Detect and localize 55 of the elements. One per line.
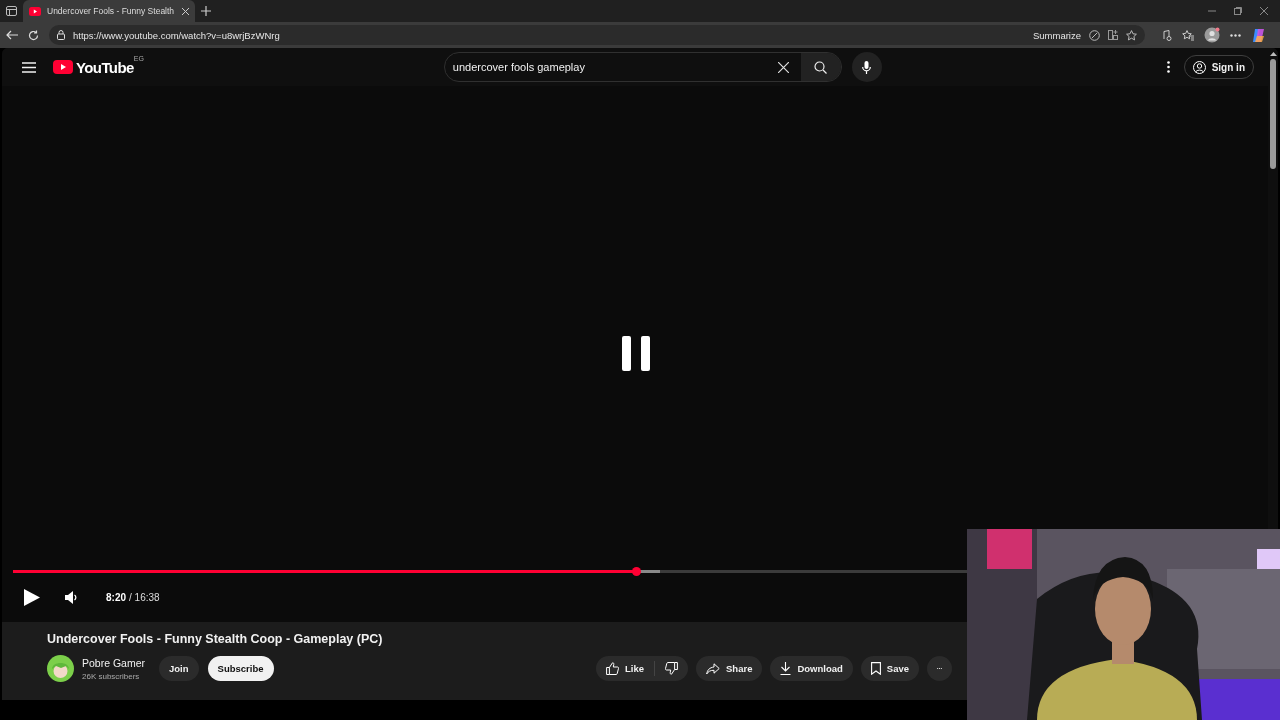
volume-icon[interactable] bbox=[65, 591, 77, 604]
download-button[interactable]: Download bbox=[770, 656, 853, 681]
thumbs-up-icon bbox=[606, 662, 619, 675]
more-icon[interactable] bbox=[1230, 33, 1241, 37]
media-icon[interactable] bbox=[1161, 29, 1172, 41]
channel-name[interactable]: Pobre Gamer bbox=[82, 656, 146, 669]
new-tab-icon[interactable] bbox=[201, 6, 211, 16]
close-tab-icon[interactable] bbox=[182, 7, 189, 15]
microphone-icon bbox=[862, 60, 872, 74]
thumbs-down-icon bbox=[665, 662, 678, 675]
youtube-logo[interactable]: YouTube bbox=[53, 58, 134, 76]
tab-actions-icon[interactable] bbox=[6, 6, 17, 16]
subscriber-count: 26K subscribers bbox=[82, 671, 141, 681]
scrollbar-thumb[interactable] bbox=[1270, 59, 1276, 169]
favorite-star-icon[interactable] bbox=[1126, 29, 1137, 41]
reload-icon[interactable] bbox=[28, 29, 39, 41]
search-icon bbox=[814, 60, 828, 74]
clear-search-icon[interactable] bbox=[777, 61, 789, 73]
back-icon[interactable] bbox=[6, 30, 18, 40]
close-window-icon[interactable] bbox=[1260, 7, 1268, 15]
download-icon bbox=[780, 662, 792, 675]
search-input[interactable]: undercover fools gameplay bbox=[444, 61, 766, 73]
join-button[interactable]: Join bbox=[159, 656, 199, 681]
favorites-icon[interactable] bbox=[1182, 29, 1194, 41]
total-duration: / 16:38 bbox=[129, 592, 160, 603]
menu-icon[interactable] bbox=[22, 61, 36, 73]
subscribe-button[interactable]: Subscribe bbox=[207, 656, 274, 681]
channel-avatar[interactable] bbox=[47, 655, 74, 682]
share-arrow-icon bbox=[706, 662, 720, 675]
scroll-up-icon[interactable] bbox=[1269, 52, 1277, 56]
youtube-favicon-icon bbox=[29, 6, 41, 16]
profile-avatar-icon[interactable] bbox=[1204, 27, 1220, 43]
video-title: Undercover Fools - Funny Stealth Coop - Gameplay (PC) bbox=[47, 631, 384, 646]
current-time: 8:20 bbox=[106, 592, 126, 603]
restore-icon[interactable] bbox=[1234, 7, 1242, 15]
progress-handle[interactable] bbox=[631, 567, 641, 576]
copilot-icon[interactable] bbox=[1251, 27, 1266, 43]
url-text: https://www.youtube.com/watch?v=u8wrjBzWNrg bbox=[73, 29, 281, 41]
play-icon[interactable] bbox=[23, 588, 41, 607]
summarize-button[interactable]: Summarize bbox=[1032, 29, 1081, 41]
copilot-summary-icon[interactable] bbox=[1089, 29, 1100, 41]
bookmark-icon bbox=[870, 662, 881, 675]
more-options-icon[interactable] bbox=[1166, 61, 1170, 73]
account-icon bbox=[1192, 60, 1206, 74]
save-button[interactable]: Save bbox=[860, 656, 919, 681]
share-button[interactable]: Share bbox=[696, 656, 763, 681]
tab-title: Undercover Fools - Funny Stealth bbox=[47, 6, 176, 16]
address-bar[interactable]: https://www.youtube.com/watch?v=u8wrjBzWNrg Summarize bbox=[49, 25, 1145, 45]
apps-icon[interactable] bbox=[1108, 30, 1118, 40]
browser-tab[interactable]: Undercover Fools - Funny Stealth bbox=[23, 0, 195, 22]
voice-search-button[interactable] bbox=[851, 52, 882, 82]
lock-icon[interactable] bbox=[57, 30, 65, 40]
youtube-play-icon bbox=[53, 60, 73, 74]
more-icon bbox=[937, 667, 942, 670]
search-button[interactable] bbox=[800, 53, 841, 81]
